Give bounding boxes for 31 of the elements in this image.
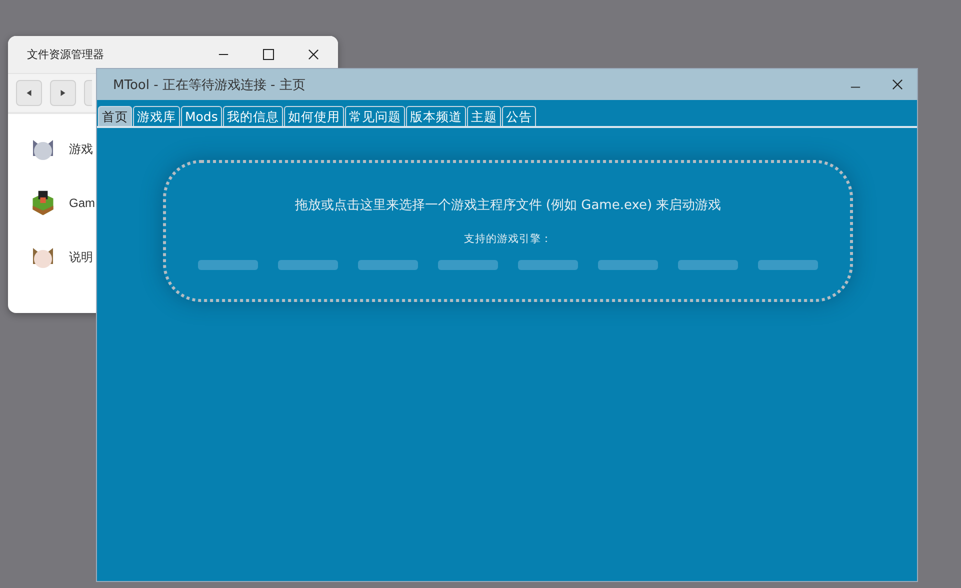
- right-arrow-icon: [60, 90, 66, 96]
- cube-icon[interactable]: [30, 189, 56, 217]
- close-icon[interactable]: [308, 49, 319, 60]
- drop-zone[interactable]: 拖放或点击这里来选择一个游戏主程序文件 (例如 Game.exe) 来启动游戏 支持的游戏引擎：: [163, 160, 853, 302]
- tab[interactable]: 如何使用: [284, 106, 344, 126]
- tab[interactable]: 版本频道: [406, 106, 466, 126]
- loading-placeholder: [198, 260, 258, 270]
- window-title: MTool - 正在等待游戏连接 - 主页: [113, 76, 306, 94]
- tab[interactable]: 首页: [98, 106, 132, 126]
- loading-placeholder: [278, 260, 338, 270]
- left-arrow-icon: [26, 90, 32, 96]
- window-title: 文件资源管理器: [27, 47, 105, 62]
- loading-placeholder: [518, 260, 578, 270]
- file-name[interactable]: Gam: [69, 196, 96, 210]
- loading-placeholder: [438, 260, 498, 270]
- file-name[interactable]: 说明: [69, 248, 93, 266]
- loading-placeholder: [598, 260, 658, 270]
- file-name[interactable]: 游戏: [69, 140, 93, 158]
- tab[interactable]: 主题: [466, 106, 501, 126]
- loading-placeholder: [358, 260, 418, 270]
- loading-placeholder: [758, 260, 818, 270]
- close-icon[interactable]: [892, 79, 903, 90]
- tab[interactable]: 我的信息: [222, 106, 283, 126]
- tab[interactable]: 公告: [502, 106, 536, 126]
- engines-label: 支持的游戏引擎：: [464, 232, 552, 246]
- tab[interactable]: 游戏库: [133, 106, 180, 126]
- drop-instruction: 拖放或点击这里来选择一个游戏主程序文件 (例如 Game.exe) 来启动游戏: [294, 197, 722, 214]
- tab[interactable]: 常见问题: [344, 106, 405, 126]
- loading-placeholder: [678, 260, 738, 270]
- maximize-icon[interactable]: [263, 49, 274, 60]
- tab[interactable]: Mods: [181, 106, 222, 126]
